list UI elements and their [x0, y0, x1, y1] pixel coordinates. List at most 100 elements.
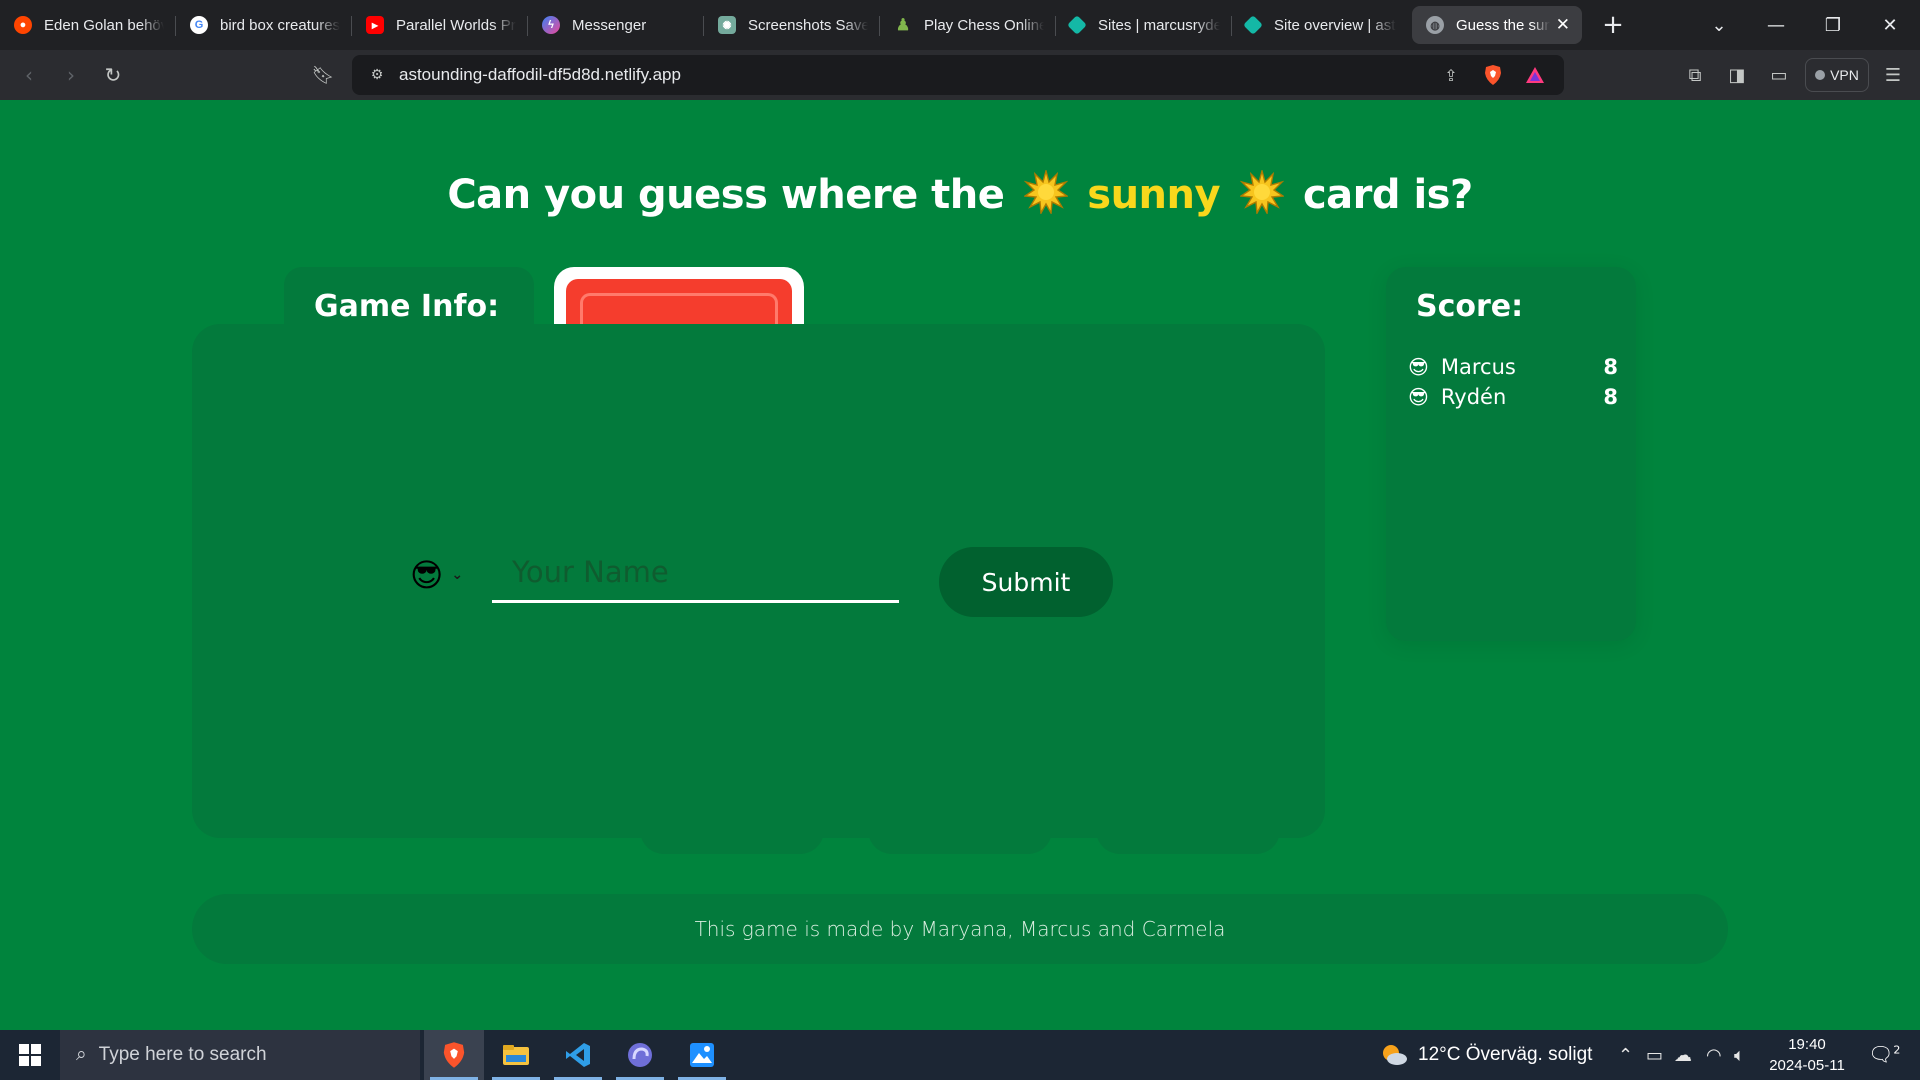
vpn-button[interactable]: VPN: [1805, 58, 1869, 92]
headline-pre: Can you guess where the: [447, 172, 1005, 218]
weather-text: 12°C Överväg. soligt: [1418, 1044, 1593, 1065]
emoji-selector[interactable]: 😎 ⌄: [410, 556, 463, 594]
player-name: Marcus: [1440, 355, 1516, 379]
submit-button[interactable]: Submit: [939, 547, 1113, 617]
clock-time: 19:40: [1788, 1036, 1826, 1053]
score-row: 😎 Marcus 8: [1408, 352, 1618, 382]
footer-text: This game is made by Maryana, Marcus and…: [694, 917, 1226, 941]
taskbar-search[interactable]: ⌕ Type here to search: [60, 1030, 420, 1080]
folder-icon: [503, 1045, 529, 1065]
google-icon: G: [190, 16, 208, 34]
photos-icon: [690, 1043, 714, 1067]
name-input[interactable]: [492, 543, 899, 603]
bookmark-icon[interactable]: 🔖︎: [306, 58, 340, 92]
minimize-button[interactable]: —: [1748, 0, 1804, 50]
weather-widget[interactable]: 12°C Överväg. soligt: [1380, 1030, 1592, 1080]
browser-tab[interactable]: ϟ Messenger: [528, 6, 704, 44]
restore-button[interactable]: ❐: [1805, 0, 1861, 50]
sidebar-icon[interactable]: ◨: [1720, 58, 1754, 92]
taskbar-app[interactable]: [610, 1030, 670, 1080]
address-bar[interactable]: ⚙ astounding-daffodil-df5d8d.netlify.app…: [352, 55, 1564, 95]
brave-rewards-icon[interactable]: [1518, 58, 1552, 92]
browser-tab[interactable]: ▶ Parallel Worlds Pr: [352, 6, 528, 44]
vpn-status-icon: [1815, 70, 1826, 80]
onedrive-icon[interactable]: ☁: [1674, 1045, 1692, 1066]
netlify-icon: [1067, 15, 1087, 35]
sunglasses-emoji-icon: 😎: [1408, 355, 1429, 379]
notification-icon[interactable]: 🗨︎2: [1868, 1042, 1900, 1066]
clock[interactable]: 19:40 2024-05-11: [1762, 1034, 1852, 1076]
browser-tab[interactable]: ● Eden Golan behöv: [0, 6, 176, 44]
headline-post: card is?: [1302, 172, 1473, 218]
tab-label: Sites | marcusryde: [1098, 16, 1220, 34]
headline-highlight: sunny: [1087, 172, 1221, 218]
vpn-label: VPN: [1830, 67, 1859, 83]
tab-list-chevron-icon[interactable]: ⌄: [1691, 0, 1747, 50]
taskbar-vscode[interactable]: [548, 1030, 608, 1080]
browser-tab[interactable]: Sites | marcusryde: [1056, 6, 1232, 44]
vscode-icon: [566, 1043, 590, 1067]
messenger-icon: ϟ: [542, 16, 560, 34]
game-info-title: Game Info:: [314, 289, 500, 324]
clock-date: 2024-05-11: [1769, 1057, 1845, 1074]
reddit-icon: ●: [14, 16, 32, 34]
spiral-app-icon: [628, 1043, 652, 1067]
url-text: astounding-daffodil-df5d8d.netlify.app: [399, 65, 681, 84]
tab-label: Guess the sun: [1456, 16, 1550, 34]
tab-label: Eden Golan behöv: [44, 16, 164, 34]
browser-tab-active[interactable]: ◍ Guess the sun ✕: [1412, 6, 1582, 44]
player-score: 8: [1603, 355, 1618, 379]
game-page: Can you guess where the sunny card is? G…: [0, 100, 1920, 1030]
site-settings-icon[interactable]: ⚙: [360, 58, 394, 92]
taskbar-brave[interactable]: [424, 1030, 484, 1080]
browser-tab[interactable]: ✺ Screenshots Saved: [704, 6, 880, 44]
sun-icon: [1238, 168, 1285, 224]
browser-tab[interactable]: ♟ Play Chess Online: [880, 6, 1056, 44]
browser-tab[interactable]: G bird box creatures: [176, 6, 352, 44]
wallet-icon[interactable]: ▭: [1762, 58, 1796, 92]
volume-icon[interactable]: 🔈︎: [1734, 1045, 1745, 1066]
battery-icon[interactable]: ▭: [1646, 1045, 1663, 1066]
chevron-down-icon: ⌄: [451, 567, 464, 583]
close-window-button[interactable]: ✕: [1862, 0, 1918, 50]
tab-label: Parallel Worlds Pr: [396, 16, 516, 34]
extensions-icon[interactable]: ⧉: [1678, 58, 1712, 92]
notification-count: 2: [1893, 1043, 1901, 1057]
taskbar-file-explorer[interactable]: [486, 1030, 546, 1080]
score-panel: Score: 😎 Marcus 8 😎 Rydén 8: [1386, 267, 1636, 641]
brave-icon: [443, 1042, 465, 1068]
wifi-icon[interactable]: ◠: [1706, 1045, 1722, 1066]
taskbar-photos[interactable]: [672, 1030, 732, 1080]
menu-icon[interactable]: ☰: [1876, 58, 1910, 92]
sunglasses-emoji-icon: 😎: [410, 556, 444, 594]
new-tab-button[interactable]: +: [1598, 10, 1628, 40]
chatgpt-icon: ✺: [718, 16, 736, 34]
windows-logo-icon: [19, 1044, 41, 1066]
chevron-up-icon[interactable]: ⌃: [1618, 1045, 1633, 1066]
tab-label: bird box creatures: [220, 16, 340, 34]
score-title: Score:: [1416, 289, 1524, 324]
tab-label: Screenshots Saved: [748, 16, 868, 34]
page-title: Can you guess where the sunny card is?: [0, 168, 1920, 224]
search-placeholder: Type here to search: [98, 1044, 267, 1065]
start-button[interactable]: [8, 1035, 52, 1075]
netlify-icon: [1243, 15, 1263, 35]
footer: This game is made by Maryana, Marcus and…: [192, 894, 1728, 964]
player-name: Rydén: [1440, 385, 1507, 409]
tab-label: Site overview | ast: [1274, 16, 1396, 34]
weather-icon: [1383, 1045, 1407, 1065]
player-score: 8: [1603, 385, 1618, 409]
reload-button[interactable]: ↻: [96, 58, 130, 92]
browser-tab[interactable]: Site overview | ast: [1232, 6, 1408, 44]
close-icon[interactable]: ✕: [1556, 15, 1570, 35]
brave-shields-icon[interactable]: [1476, 58, 1510, 92]
score-row: 😎 Rydén 8: [1408, 382, 1618, 412]
sunglasses-emoji-icon: 😎: [1408, 385, 1429, 409]
forward-button[interactable]: ›: [54, 58, 88, 92]
windows-taskbar: ⌕ Type here to search 12°C Överväg. soli…: [0, 1030, 1920, 1080]
globe-icon: ◍: [1426, 16, 1444, 34]
tab-label: Play Chess Online: [924, 16, 1044, 34]
back-button[interactable]: ‹: [12, 58, 46, 92]
share-icon[interactable]: ⇪: [1434, 58, 1468, 92]
youtube-icon: ▶: [366, 16, 384, 34]
